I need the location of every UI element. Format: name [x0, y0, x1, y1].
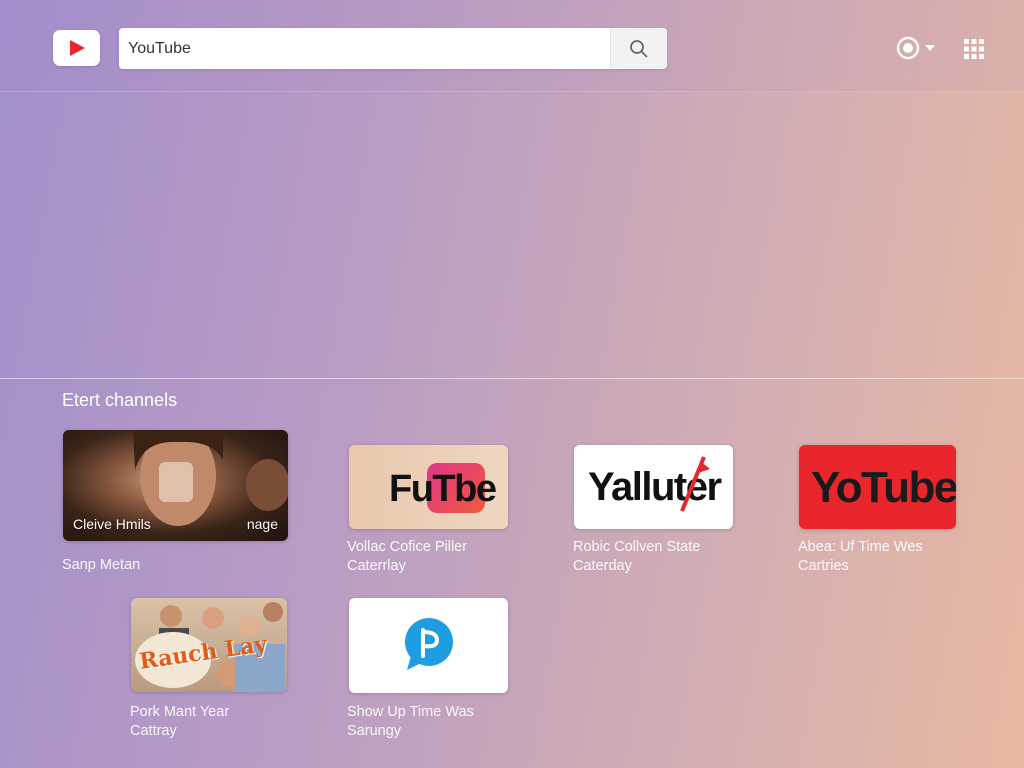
channel-card-thumbnail[interactable]: YoTube: [799, 445, 956, 529]
channel-name: Abea: Uf Time Wes: [798, 539, 923, 555]
account-icon: [896, 36, 920, 60]
chevron-down-icon: [925, 45, 935, 51]
search-icon: [630, 39, 648, 58]
search-input[interactable]: [119, 28, 610, 69]
search-box: [119, 28, 667, 69]
channel-category: Cartries: [798, 558, 849, 574]
section-title: Etert channels: [62, 390, 178, 410]
search-button[interactable]: [610, 28, 667, 69]
channel-name: Robic Collven State: [573, 539, 701, 555]
thumbnail-overlay-tag: nage: [246, 516, 278, 532]
account-menu-button[interactable]: [896, 36, 940, 60]
channel-card-caption[interactable]: Vollac Cofice Piller Caterrlay: [347, 538, 467, 576]
play-icon: [69, 40, 85, 56]
top-bar: [0, 0, 1024, 92]
channel-card-thumbnail[interactable]: Cleive Hmils nage: [63, 430, 288, 541]
channel-name: Pork Mant Year: [130, 704, 230, 720]
channel-card-thumbnail[interactable]: Rauch Lay: [131, 598, 287, 692]
channel-category: Sarungy: [347, 723, 402, 739]
thumbnail-overlay-label: Cleive Hmils: [73, 516, 151, 532]
channel-name: Show Up Time Was: [347, 704, 474, 720]
channel-card-caption[interactable]: Abea: Uf Time Wes Cartries: [798, 538, 923, 576]
channel-card-caption[interactable]: Sanp Metan: [62, 556, 140, 575]
apps-grid-icon[interactable]: [962, 37, 986, 61]
channel-name: Vollac Cofice Piller: [347, 539, 468, 555]
section-divider: [0, 378, 1024, 379]
channel-card-caption[interactable]: Pork Mant Year Cattray: [130, 703, 229, 741]
channel-name: Sanp Metan: [62, 557, 141, 573]
channel-category: Caterday: [573, 558, 632, 574]
slash-mark-icon: [680, 456, 710, 512]
channel-category: Cattray: [130, 723, 177, 739]
channel-logo-text: FuTbe: [389, 468, 497, 510]
youtube-logo-button[interactable]: [53, 30, 100, 66]
channel-card-caption[interactable]: Robic Collven State Caterday: [573, 538, 700, 576]
channel-card-caption[interactable]: Show Up Time Was Sarungy: [347, 703, 474, 741]
channel-card-thumbnail[interactable]: [349, 598, 508, 693]
channel-logo-text: YoTube: [811, 463, 956, 512]
channel-card-thumbnail[interactable]: FuTbe: [349, 445, 508, 529]
channel-card-thumbnail[interactable]: Yalluter: [574, 445, 733, 529]
chat-bubble-icon: [405, 618, 453, 670]
channel-category: Caterrlay: [347, 558, 406, 574]
